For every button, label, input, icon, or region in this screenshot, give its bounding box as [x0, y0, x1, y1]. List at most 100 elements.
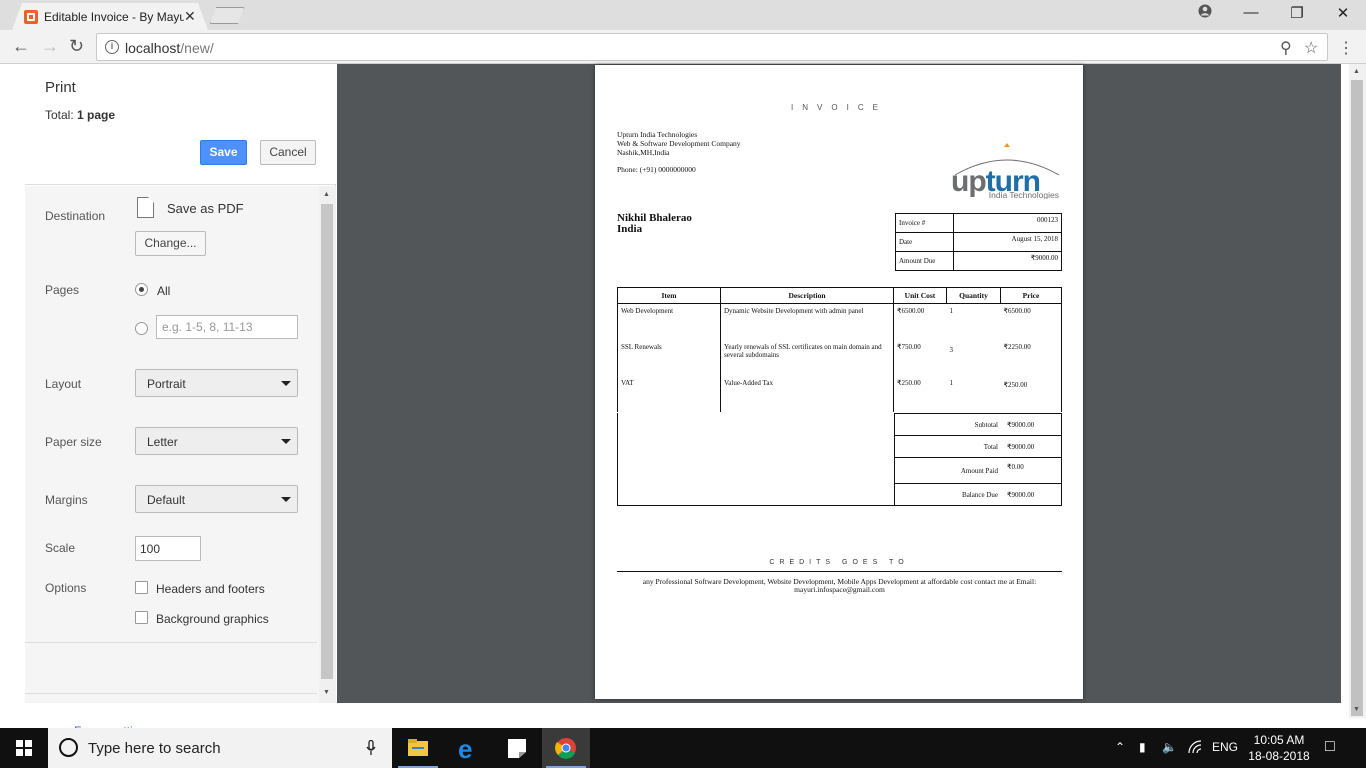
background-graphics-checkbox[interactable] — [135, 611, 148, 624]
clock-time: 10:05 AM — [1253, 733, 1305, 747]
scroll-down-arrow-icon[interactable]: ▼ — [1353, 706, 1360, 713]
item-unit-cost: ₹250.00 — [893, 375, 947, 412]
item-unit-cost: ₹6500.00 — [893, 303, 947, 340]
site-info-icon[interactable]: i — [105, 40, 119, 54]
item-description: Value-Added Tax — [720, 375, 894, 412]
bookmark-star-icon[interactable]: ☆ — [1304, 38, 1318, 58]
pdf-file-icon — [137, 197, 154, 218]
new-tab-button[interactable] — [210, 7, 244, 24]
power-battery-icon[interactable]: ▮ — [1139, 740, 1146, 754]
meta-row: Date August 15, 2018 — [895, 232, 1062, 252]
svg-text:India Technologies: India Technologies — [989, 190, 1059, 199]
taskbar-search-placeholder: Type here to search — [88, 740, 221, 757]
scroll-down-arrow-icon[interactable]: ▼ — [323, 689, 330, 696]
item-price: ₹250.00 — [1000, 375, 1062, 412]
item-name: Web Development — [617, 303, 721, 340]
page-scrollbar-thumb[interactable] — [1351, 80, 1363, 716]
margins-select[interactable]: Default — [135, 485, 298, 513]
paper-size-select[interactable]: Letter — [135, 427, 298, 455]
chrome-browser-icon[interactable] — [542, 728, 590, 768]
company-address: Nashik,MH,India — [617, 148, 670, 157]
taskbar-clock[interactable]: 10:05 AM 18-08-2018 — [1247, 732, 1311, 764]
print-settings-panel: Print Total: 1 page Save Cancel Destinat… — [25, 64, 336, 745]
browser-tab[interactable]: Editable Invoice - By Mayuri ✕ — [12, 3, 208, 30]
scroll-up-arrow-icon[interactable]: ▲ — [323, 191, 330, 198]
totals-value: ₹9000.00 — [1007, 443, 1035, 451]
credits-divider — [617, 571, 1062, 572]
item-description: Dynamic Website Development with admin p… — [720, 303, 894, 340]
meta-label: Amount Due — [895, 251, 954, 271]
reload-icon[interactable]: ↻ — [69, 36, 84, 57]
profile-icon[interactable] — [1182, 4, 1228, 22]
page-scrollbar[interactable]: ▲ ▼ — [1349, 64, 1366, 718]
company-phone: Phone: (+91) 0000000000 — [617, 165, 696, 174]
close-tab-icon[interactable]: ✕ — [184, 8, 196, 25]
meta-label: Invoice # — [895, 213, 954, 233]
totals-box: Subtotal ₹9000.00 Total ₹9000.00 Amount … — [617, 413, 1062, 506]
settings-scrollbar[interactable]: ▲ ▼ — [319, 186, 336, 703]
scale-label: Scale — [45, 541, 76, 555]
settings-divider — [25, 693, 317, 694]
cancel-button[interactable]: Cancel — [260, 140, 316, 165]
site-favicon-icon — [24, 10, 38, 24]
upturn-logo: upturn India Technologies — [951, 143, 1060, 199]
print-total: Total: 1 page — [45, 108, 115, 122]
change-destination-button[interactable]: Change... — [135, 231, 206, 256]
totals-value: ₹9000.00 — [1007, 491, 1035, 499]
scroll-up-arrow-icon[interactable]: ▲ — [1353, 68, 1360, 75]
settings-divider — [25, 642, 317, 643]
taskbar-search-box[interactable]: Type here to search — [48, 728, 392, 768]
windows-taskbar: Type here to search e ⌃ ▮ 🔈 ENG 10:05 AM… — [0, 728, 1366, 768]
totals-row: Amount Paid ₹0.00 — [894, 457, 1062, 483]
client-country: India — [617, 223, 643, 235]
layout-value: Portrait — [147, 377, 186, 391]
address-bar[interactable]: i localhost/new/ ⚲ ☆ — [96, 33, 1328, 61]
scale-input[interactable]: 100 — [135, 536, 201, 561]
table-row: VAT Value-Added Tax ₹250.00 1 ₹250.00 — [617, 375, 1062, 412]
column-header: Quantity — [946, 287, 1001, 304]
pages-label: Pages — [45, 283, 80, 297]
meta-row: Invoice # 000123 — [895, 213, 1062, 233]
margins-value: Default — [147, 493, 186, 507]
pages-range-input[interactable]: e.g. 1-5, 8, 11-13 — [156, 315, 298, 339]
close-window-icon[interactable]: ✕ — [1320, 4, 1366, 22]
minimize-window-icon[interactable]: — — [1228, 4, 1274, 21]
pages-custom-radio[interactable] — [135, 322, 148, 335]
forward-arrow-icon[interactable]: → — [41, 36, 59, 57]
company-name: Upturn India Technologies — [617, 130, 698, 139]
settings-scrollbar-thumb[interactable] — [321, 204, 333, 679]
input-language-indicator[interactable]: ENG — [1212, 740, 1238, 754]
credits-title: CREDITS GOES TO — [769, 559, 909, 566]
sticky-notes-icon[interactable] — [493, 728, 541, 768]
save-button[interactable]: Save — [200, 140, 247, 165]
action-center-icon[interactable]: □ — [1325, 738, 1335, 756]
layout-select[interactable]: Portrait — [135, 369, 298, 397]
windows-start-icon[interactable] — [16, 740, 32, 756]
volume-speaker-icon[interactable]: 🔈 — [1162, 740, 1177, 754]
pages-all-label: All — [157, 284, 171, 298]
svg-text:e: e — [458, 734, 472, 764]
restore-window-icon[interactable]: ❐ — [1274, 4, 1320, 22]
column-header: Description — [720, 287, 894, 304]
file-explorer-icon[interactable] — [394, 728, 442, 768]
edge-browser-icon[interactable]: e — [444, 728, 492, 768]
meta-value: 000123 — [953, 213, 1062, 233]
company-tagline: Web & Software Development Company — [617, 139, 741, 148]
headers-footers-label: Headers and footers — [156, 582, 265, 596]
item-price: ₹2250.00 — [1000, 339, 1062, 376]
paper-size-label: Paper size — [45, 435, 102, 449]
back-arrow-icon[interactable]: ← — [12, 36, 30, 57]
headers-footers-checkbox[interactable] — [135, 581, 148, 594]
layout-label: Layout — [45, 377, 82, 391]
browser-menu-icon[interactable]: ⋮ — [1338, 38, 1354, 58]
print-total-value: 1 page — [77, 108, 116, 122]
totals-value: ₹0.00 — [1007, 463, 1024, 471]
tray-chevron-up-icon[interactable]: ⌃ — [1115, 740, 1125, 754]
zoom-magnifier-icon[interactable]: ⚲ — [1280, 38, 1292, 58]
wifi-network-icon[interactable] — [1188, 740, 1202, 757]
items-header-row: Item Description Unit Cost Quantity Pric… — [617, 287, 1062, 304]
invoice-title: INVOICE — [791, 103, 887, 112]
pages-all-radio[interactable] — [135, 283, 148, 296]
item-unit-cost: ₹750.00 — [893, 339, 947, 376]
microphone-icon[interactable] — [366, 739, 376, 759]
